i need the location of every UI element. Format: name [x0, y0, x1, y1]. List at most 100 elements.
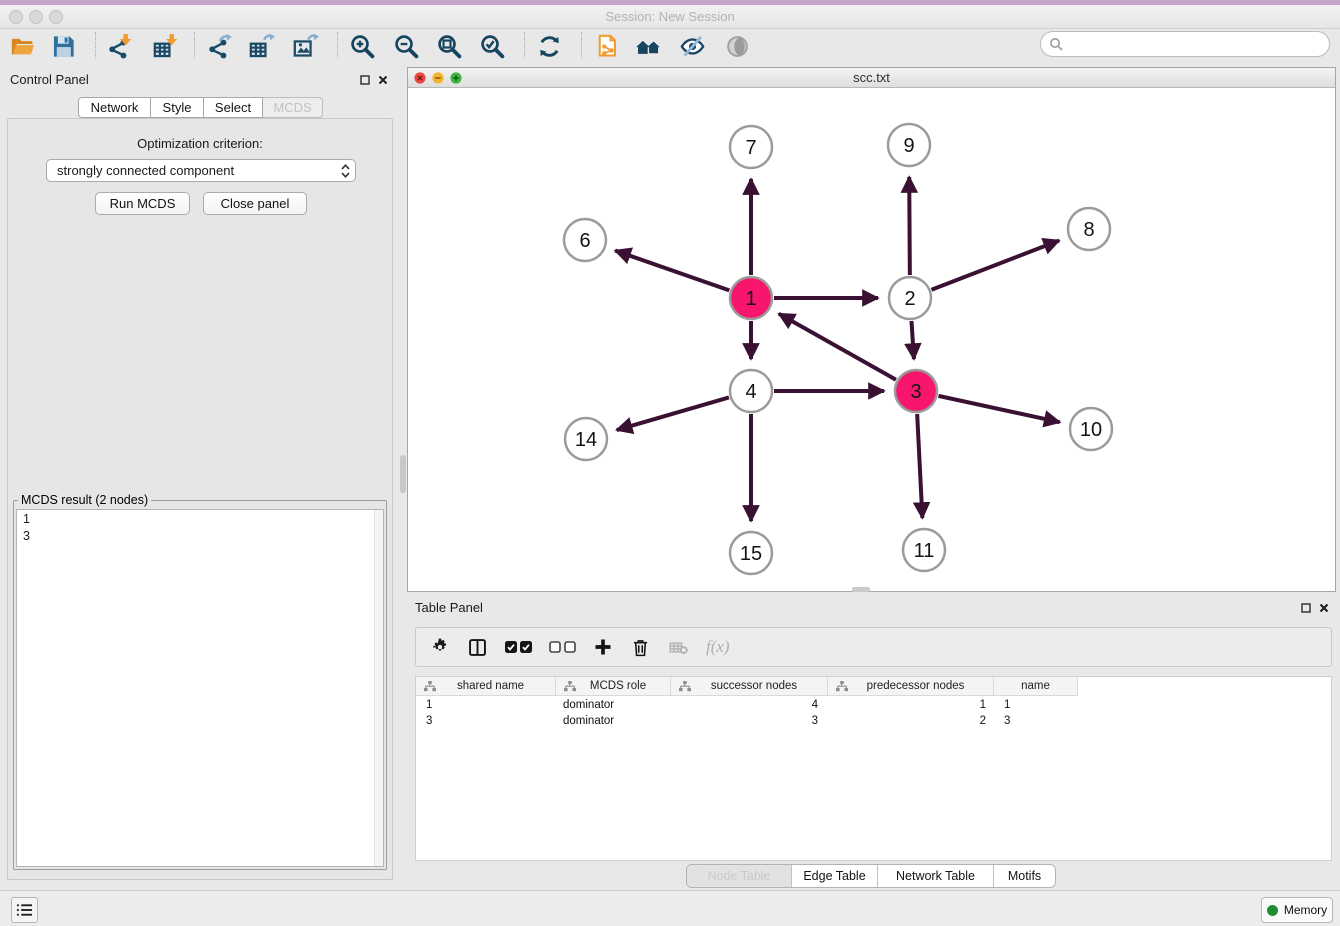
edge-3-10[interactable]	[938, 396, 1059, 422]
hide-graphics-details-button[interactable]	[675, 30, 709, 62]
hierarchy-icon	[564, 681, 576, 692]
column-label: MCDS role	[576, 680, 670, 692]
zoom-fit-button[interactable]	[432, 30, 466, 62]
optimization-criterion-label: Optimization criterion:	[8, 136, 392, 151]
edge-2-3[interactable]	[911, 321, 913, 359]
mcds-result-textarea[interactable]: 1 3	[16, 509, 384, 867]
zoom-selected-button[interactable]	[475, 30, 509, 62]
table-panel-tabs: Node Table Edge Table Network Table Moti…	[686, 864, 1056, 888]
result-line: 3	[23, 528, 377, 545]
table-body: 1 dominator 4 1 1 3 dominator 3 2 3	[416, 696, 1331, 731]
close-icon	[378, 75, 388, 85]
equation-builder-button[interactable]: f(x)	[706, 637, 730, 657]
close-panel-button[interactable]: Close panel	[203, 192, 307, 215]
delete-column-button[interactable]	[630, 637, 651, 658]
plus-traffic-icon	[450, 72, 462, 84]
node-label-14: 14	[575, 429, 597, 451]
tab-style[interactable]: Style	[151, 97, 204, 118]
column-header-name[interactable]: name	[994, 677, 1078, 696]
maximize-icon	[360, 75, 370, 85]
toolbar-separator	[337, 32, 338, 58]
zoom-in-icon	[349, 33, 376, 60]
tab-select[interactable]: Select	[204, 97, 263, 118]
close-icon	[1319, 603, 1329, 613]
import-network-button[interactable]	[102, 30, 136, 62]
search-field[interactable]	[1040, 31, 1330, 57]
memory-label: Memory	[1284, 903, 1327, 917]
close-traffic-icon	[414, 72, 426, 84]
memory-button[interactable]: Memory	[1261, 897, 1333, 923]
table-settings-button[interactable]	[430, 637, 450, 657]
maximize-icon	[1301, 603, 1311, 613]
table-panel: Table Panel f(x) shared name	[407, 594, 1340, 890]
table-panel-float-button[interactable]	[1299, 601, 1313, 615]
zoom-out-button[interactable]	[389, 30, 423, 62]
edge-2-8[interactable]	[931, 241, 1059, 290]
import-table-button[interactable]	[148, 30, 182, 62]
mcds-result-groupbox: MCDS result (2 nodes) 1 3	[13, 493, 387, 870]
network-minimize-button[interactable]	[432, 72, 444, 84]
optimization-criterion-select[interactable]: strongly connected component	[46, 159, 356, 182]
column-label: predecessor nodes	[848, 680, 993, 692]
column-header-shared-name[interactable]: shared name	[416, 677, 556, 696]
export-network-button[interactable]	[202, 30, 236, 62]
toolbar-separator	[524, 32, 525, 58]
new-network-from-selection-button[interactable]	[589, 30, 623, 62]
checked-box-icon	[505, 641, 517, 653]
network-zoom-button[interactable]	[450, 72, 462, 84]
graph-svg[interactable]: 1234678910111415	[408, 88, 1335, 591]
window-title: Session: New Session	[0, 9, 1340, 24]
delete-table-button[interactable]	[668, 637, 689, 658]
panel-divider-scrollthumb[interactable]	[400, 455, 406, 493]
export-table-button[interactable]	[244, 30, 278, 62]
result-line: 1	[23, 511, 377, 528]
run-mcds-button[interactable]: Run MCDS	[95, 192, 190, 215]
tab-mcds[interactable]: MCDS	[263, 97, 323, 118]
tab-node-table[interactable]: Node Table	[687, 865, 791, 887]
tab-network-table[interactable]: Network Table	[877, 865, 993, 887]
select-all-button[interactable]	[505, 641, 532, 653]
edge-4-14[interactable]	[617, 397, 729, 430]
edge-3-1[interactable]	[779, 314, 896, 380]
column-header-predecessor-nodes[interactable]: predecessor nodes	[828, 677, 994, 696]
column-header-mcds-role[interactable]: MCDS role	[556, 677, 671, 696]
table-toolbar: f(x)	[415, 627, 1332, 667]
column-label: shared name	[436, 680, 555, 692]
network-window-titlebar[interactable]: scc.txt	[408, 68, 1335, 88]
result-scrollbar[interactable]	[374, 510, 383, 866]
network-close-button[interactable]	[414, 72, 426, 84]
zoom-in-button[interactable]	[345, 30, 379, 62]
houses-icon	[635, 33, 662, 60]
node-label-2: 2	[904, 288, 915, 310]
column-header-successor-nodes[interactable]: successor nodes	[671, 677, 828, 696]
toggle-panes-button[interactable]	[467, 637, 488, 658]
node-label-1: 1	[745, 288, 756, 310]
control-panel-tabs: Network Style Select MCDS	[78, 97, 323, 118]
deselect-all-button[interactable]	[549, 641, 576, 653]
apply-layout-button[interactable]	[532, 30, 566, 62]
control-panel-close-button[interactable]	[376, 73, 390, 87]
tab-motifs[interactable]: Motifs	[993, 865, 1055, 887]
open-session-button[interactable]	[5, 30, 39, 62]
table-row[interactable]: 1 dominator 4 1 1	[416, 699, 1331, 715]
tab-edge-table[interactable]: Edge Table	[791, 865, 877, 887]
mcds-tab-content: Optimization criterion: strongly connect…	[7, 118, 393, 880]
add-column-button[interactable]	[593, 637, 613, 657]
save-session-button[interactable]	[46, 30, 80, 62]
export-image-button[interactable]	[288, 30, 322, 62]
tab-network[interactable]: Network	[78, 97, 151, 118]
unchecked-box-icon	[549, 641, 561, 653]
show-graphics-details-button[interactable]	[720, 30, 754, 62]
open-folder-icon	[9, 33, 36, 60]
cell-successor-nodes: 3	[671, 715, 828, 731]
task-history-button[interactable]	[11, 897, 38, 923]
table-row[interactable]: 3 dominator 3 2 3	[416, 715, 1331, 731]
network-hscroll-thumb[interactable]	[852, 587, 870, 592]
table-panel-close-button[interactable]	[1317, 601, 1331, 615]
search-input[interactable]	[1068, 36, 1329, 52]
edge-3-11[interactable]	[917, 414, 922, 518]
first-neighbors-button[interactable]	[631, 30, 665, 62]
edge-1-6[interactable]	[615, 251, 729, 291]
control-panel-float-button[interactable]	[358, 73, 372, 87]
edge-2-9[interactable]	[909, 177, 910, 275]
